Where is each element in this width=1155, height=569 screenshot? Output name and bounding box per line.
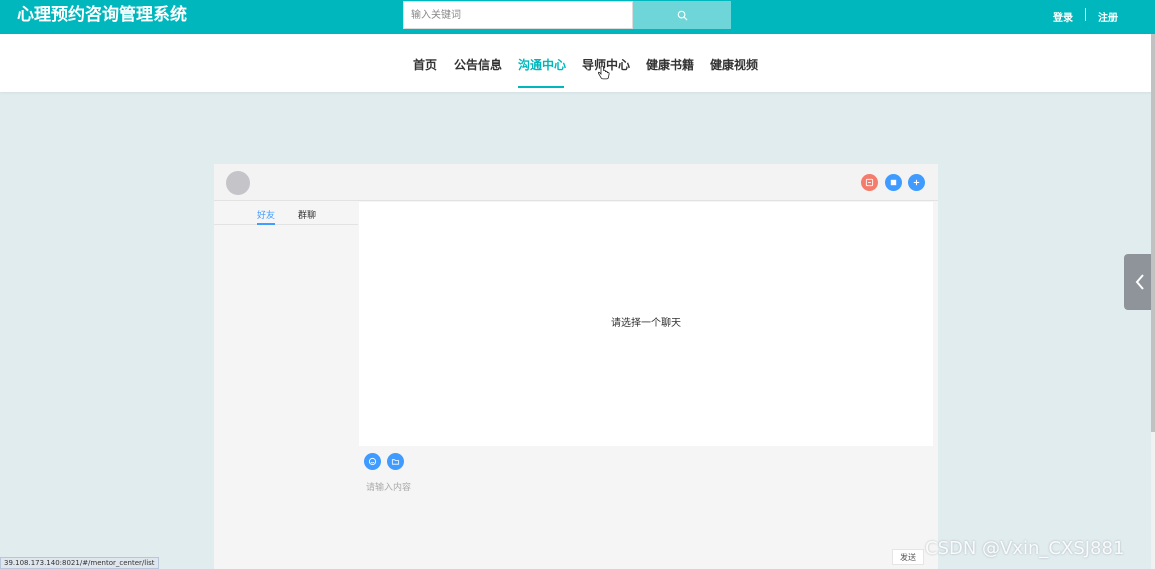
nav-item-health-videos[interactable]: 健康视频 (710, 56, 758, 73)
status-url: 39.108.173.140:8021/#/mentor_center/list (0, 557, 159, 569)
nav-item-home[interactable]: 首页 (413, 56, 437, 73)
emoji-icon (368, 457, 377, 466)
tab-active-indicator (257, 223, 275, 225)
menu-icon (890, 179, 897, 186)
chat-header (214, 164, 938, 201)
search-input[interactable] (403, 1, 633, 29)
tab-group-chats[interactable]: 群聊 (298, 208, 316, 221)
file-button[interactable] (387, 453, 404, 470)
contact-tabs: 好友 群聊 (214, 201, 358, 225)
tab-friends[interactable]: 好友 (257, 208, 275, 221)
add-button[interactable] (908, 174, 925, 191)
app-title: 心理预约咨询管理系统 (17, 5, 187, 25)
scrollbar-thumb[interactable] (1151, 34, 1155, 432)
folder-icon (391, 459, 400, 465)
top-bar: 心理预约咨询管理系统 登录 注册 (0, 0, 1155, 34)
empty-chat-message: 请选择一个聊天 (611, 318, 681, 329)
contact-sidebar: 好友 群聊 (214, 201, 358, 569)
main-nav: 首页 公告信息 沟通中心 导师中心 健康书籍 健康视频 (0, 34, 1155, 92)
search-icon (677, 10, 688, 21)
plus-icon (913, 179, 920, 186)
auth-divider (1085, 8, 1086, 21)
avatar[interactable] (226, 171, 250, 195)
nav-active-indicator (518, 86, 564, 88)
exit-icon (865, 178, 874, 187)
nav-item-health-books[interactable]: 健康书籍 (646, 56, 694, 73)
register-link[interactable]: 注册 (1098, 9, 1118, 24)
search-button[interactable] (633, 1, 731, 29)
message-input[interactable] (366, 480, 906, 496)
emoji-button[interactable] (364, 453, 381, 470)
chevron-left-icon (1135, 274, 1144, 290)
conversation-area: 请选择一个聊天 (359, 202, 933, 446)
watermark: CSDN @Vxin_CXSJ881 (925, 538, 1125, 559)
send-button[interactable]: 发送 (892, 549, 924, 565)
login-link[interactable]: 登录 (1053, 9, 1073, 24)
chat-panel: 好友 群聊 请选择一个聊天 发送 (214, 164, 938, 569)
hand-cursor-icon (598, 66, 610, 80)
nav-item-announcements[interactable]: 公告信息 (454, 56, 502, 73)
nav-item-communication[interactable]: 沟通中心 (518, 56, 566, 73)
menu-button[interactable] (885, 174, 902, 191)
exit-button[interactable] (861, 174, 878, 191)
